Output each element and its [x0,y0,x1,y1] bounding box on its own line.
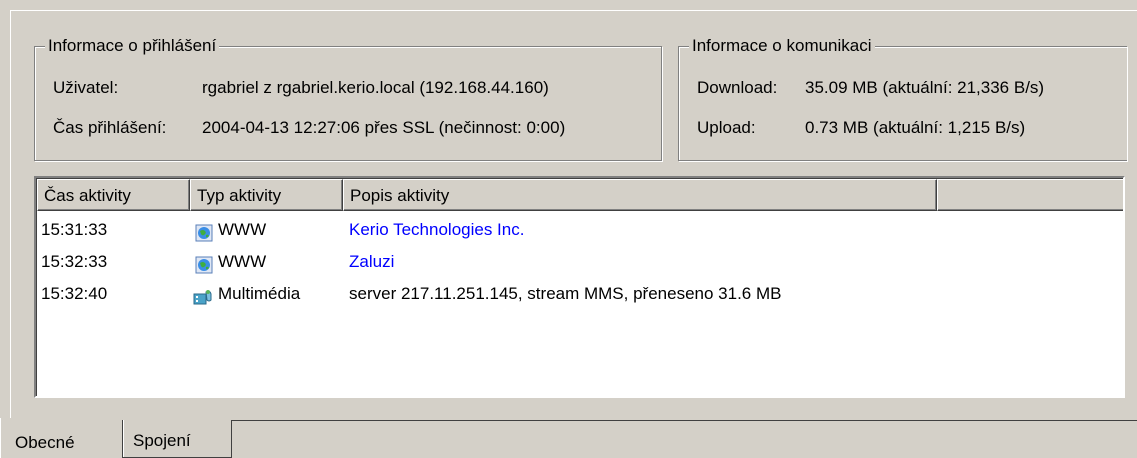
activity-list[interactable]: Čas aktivity Typ aktivity Popis aktivity… [34,176,1125,398]
globe-icon [195,253,213,274]
tab-connections[interactable]: Spojení [122,420,232,458]
multimedia-icon [193,285,212,305]
globe-icon [195,221,213,242]
tab-bar-divider [232,420,1137,421]
activity-time: 15:32:40 [41,284,108,303]
activity-type: WWW [218,252,267,271]
column-header-type[interactable]: Typ aktivity [190,179,343,211]
activity-time: 15:32:33 [41,252,108,271]
table-row[interactable]: 15:32:40 Multimédia server 217.11.251.14… [37,278,1123,310]
login-time-label: Čas přihlášení: [53,118,167,137]
upload-label: Upload: [697,118,756,137]
column-header-description[interactable]: Popis aktivity [343,179,937,211]
activity-description-link[interactable]: Kerio Technologies Inc. [349,214,524,246]
table-row[interactable]: 15:32:33 WWW Zaluzi [37,246,1123,278]
user-value: rgabriel z rgabriel.kerio.local (192.168… [202,78,549,97]
user-label: Uživatel: [53,78,119,97]
tab-general[interactable]: Obecné [0,418,120,458]
tab-bar: Obecné Spojení [0,418,1137,458]
user-detail-window: Informace o přihlášení Uživatel: rgabrie… [0,0,1137,458]
communication-info-group: Informace o komunikaci Download: 35.09 M… [678,36,1127,161]
activity-list-header: Čas aktivity Typ aktivity Popis aktivity [37,179,1123,211]
column-header-time[interactable]: Čas aktivity [37,179,190,211]
upload-value: 0.73 MB (aktuální: 1,215 B/s) [805,118,1026,137]
login-info-group: Informace o přihlášení Uživatel: rgabrie… [34,36,662,161]
activity-description: server 217.11.251.145, stream MMS, přene… [349,284,782,303]
communication-info-legend: Informace o komunikaci [689,36,875,56]
download-value: 35.09 MB (aktuální: 21,336 B/s) [805,78,1045,97]
table-row[interactable]: 15:31:33 WWW Kerio Technologies Inc. [37,214,1123,246]
activity-description-link[interactable]: Zaluzi [349,246,394,278]
download-label: Download: [697,78,778,97]
column-header-extra[interactable] [937,179,1123,211]
activity-type: Multimédia [218,284,301,303]
login-time-value: 2004-04-13 12:27:06 přes SSL (nečinnost:… [202,118,566,137]
login-info-legend: Informace o přihlášení [45,36,220,56]
activity-type: WWW [218,220,267,239]
activity-time: 15:31:33 [41,220,108,239]
